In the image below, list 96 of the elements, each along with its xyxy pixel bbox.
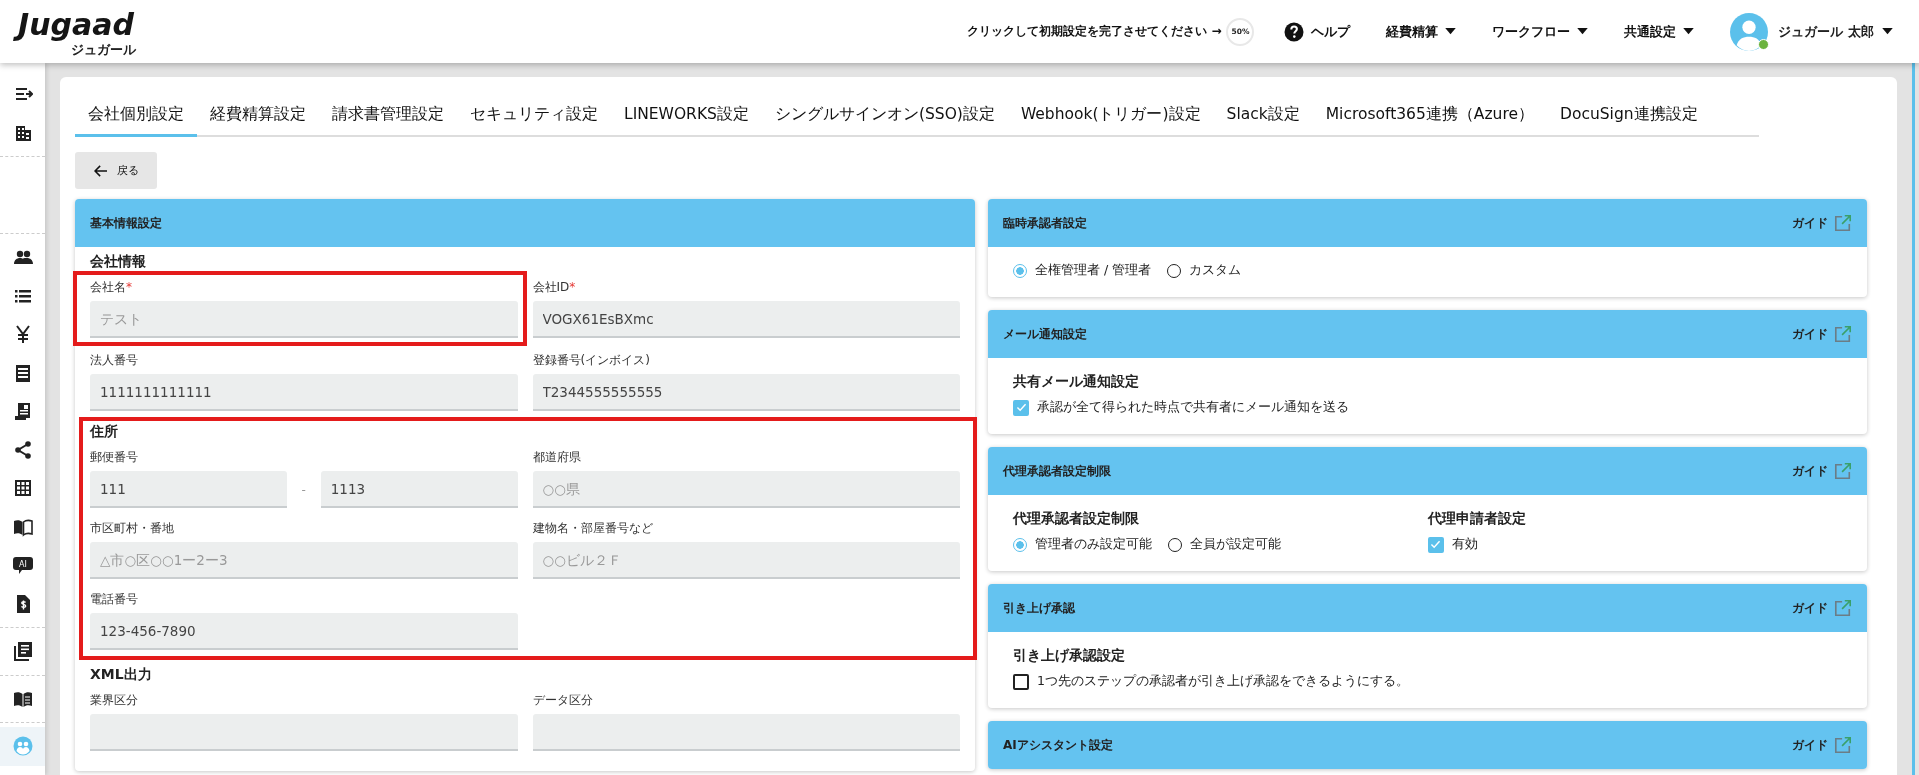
input-field[interactable]: 123-456-7890 xyxy=(90,613,518,650)
caret-icon xyxy=(1683,28,1695,35)
input-field[interactable] xyxy=(532,714,960,751)
panel-title: 基本情報設定 xyxy=(90,214,162,232)
field-label: 業界区分 xyxy=(90,692,139,709)
input-field[interactable] xyxy=(90,714,518,751)
input-field[interactable]: ○○県 xyxy=(532,471,960,508)
tab[interactable]: シングルサインオン(SSO)設定 xyxy=(761,95,1008,137)
radio-option[interactable]: 全員が設定可能 xyxy=(1168,536,1281,553)
checkmark-icon xyxy=(1430,540,1441,549)
checkbox[interactable] xyxy=(1013,673,1029,690)
checkbox[interactable] xyxy=(1427,536,1444,553)
radio-option[interactable]: 管理者のみ設定可能 xyxy=(1013,536,1152,553)
required-mark: * xyxy=(126,280,132,294)
input-field[interactable]: T2344555555555 xyxy=(532,374,960,411)
checkbox-option[interactable]: 1つ先のステップの承認者が引き上げ承認をできるようにする。 xyxy=(1013,673,1409,690)
arrow-left-icon xyxy=(93,164,108,177)
field-label: データ区分 xyxy=(532,692,594,709)
field-label: 会社名* xyxy=(90,279,133,296)
tab[interactable]: DocuSign連携設定 xyxy=(1546,95,1711,137)
required-mark: * xyxy=(569,280,576,294)
input-field[interactable]: 111 xyxy=(90,471,287,508)
caret-icon xyxy=(1445,28,1457,35)
back-button[interactable]: 戻る xyxy=(75,152,157,189)
section-title: 共有メール通知設定 xyxy=(1013,373,1140,391)
tab[interactable]: Slack設定 xyxy=(1213,95,1313,137)
tab[interactable]: セキュリティ設定 xyxy=(457,95,611,137)
section-title: 会社情報 xyxy=(90,253,147,271)
help-icon xyxy=(1284,21,1305,42)
help-menu[interactable]: ヘルプ xyxy=(1284,21,1351,42)
postal-separator: - xyxy=(300,482,307,497)
dropdown-menu[interactable]: 経費精算 xyxy=(1386,22,1457,41)
section-title: 代理申請者設定 xyxy=(1427,510,1527,528)
field-label: 登録番号(インボイス) xyxy=(532,352,651,369)
input-field[interactable]: ○○ビル２Ｆ xyxy=(532,542,960,579)
input-field[interactable]: テスト xyxy=(90,301,518,338)
field-label: 郵便番号 xyxy=(90,449,139,466)
invoice-icon xyxy=(12,401,33,422)
field-label: 市区町村・番地 xyxy=(90,520,175,537)
user-menu[interactable]: ジュガール 太郎 xyxy=(1730,12,1893,51)
guide-link[interactable]: ガイド xyxy=(1792,462,1852,480)
field-label: 建物名・部屋番号など xyxy=(532,520,654,537)
caret-icon xyxy=(1577,28,1589,35)
share-icon xyxy=(12,439,33,460)
guide-link[interactable]: ガイド xyxy=(1792,214,1852,232)
radio-option[interactable]: カスタム xyxy=(1167,262,1242,279)
panel-title: AIアシスタント設定 xyxy=(1003,736,1113,754)
section-title: 引き上げ承認設定 xyxy=(1013,647,1126,665)
caret-icon xyxy=(1882,28,1893,35)
radio-option[interactable]: 全権管理者 / 管理者 xyxy=(1013,262,1152,279)
input-field[interactable]: VOGX61EsBXmc xyxy=(532,301,960,338)
section-title: 住所 xyxy=(90,423,119,441)
tab[interactable]: Microsoft365連携（Azure） xyxy=(1312,95,1547,137)
input-field[interactable]: 1111111111111 xyxy=(90,374,518,411)
external-link-icon xyxy=(1834,214,1852,232)
avatar-icon xyxy=(1730,12,1769,51)
tab[interactable]: 請求書管理設定 xyxy=(319,95,457,137)
tab[interactable]: LINEWORKS設定 xyxy=(611,95,762,137)
external-link-icon xyxy=(1834,599,1852,617)
field-label: 都道府県 xyxy=(532,449,582,466)
checkbox-option[interactable]: 有効 xyxy=(1427,536,1478,553)
panel-title: メール通知設定 xyxy=(1003,325,1087,343)
checkmark-icon xyxy=(1015,403,1027,412)
ai-chat-icon: AI xyxy=(12,555,33,576)
guide-link[interactable]: ガイド xyxy=(1792,736,1852,754)
documents-icon xyxy=(12,641,33,662)
radio-button[interactable] xyxy=(1013,263,1027,278)
sidebar-item[interactable]: AI xyxy=(0,546,45,585)
guide-link[interactable]: ガイド xyxy=(1792,599,1852,617)
panel-title: 代理承認者設定制限 xyxy=(1003,462,1111,480)
external-link-icon xyxy=(1834,462,1852,480)
section-title: 代理承認者設定制限 xyxy=(1013,510,1140,528)
input-field[interactable]: △市○区○○1ー2ー3 xyxy=(90,542,518,579)
field-label: 法人番号 xyxy=(90,352,139,369)
panel-title: 引き上げ承認 xyxy=(1003,599,1075,617)
field-label: 電話番号 xyxy=(90,591,139,608)
logo[interactable]: Jugaad ジュガール xyxy=(14,5,142,58)
section-title: XML出力 xyxy=(90,666,153,684)
logo-subtitle: ジュガール xyxy=(70,41,137,58)
group-icon xyxy=(12,736,33,757)
tab[interactable]: 経費精算設定 xyxy=(197,95,319,137)
dropdown-menu[interactable]: 共通設定 xyxy=(1624,22,1695,41)
checkbox[interactable] xyxy=(1013,399,1029,416)
dropdown-menu[interactable]: ワークフロー xyxy=(1492,22,1589,41)
checkbox-option[interactable]: 承認が全て得られた時点で共有者にメール通知を送る xyxy=(1013,399,1349,416)
setup-prompt-link[interactable]: クリックして初期設定を完了させてください → xyxy=(967,23,1222,40)
field-label: 会社ID* xyxy=(532,279,577,296)
input-field[interactable]: 1113 xyxy=(320,471,518,508)
tab[interactable]: Webhook(トリガー)設定 xyxy=(1007,95,1214,137)
guide-link[interactable]: ガイド xyxy=(1792,325,1852,343)
tab[interactable]: 会社個別設定 xyxy=(75,95,197,137)
radio-button[interactable] xyxy=(1013,537,1027,552)
external-link-icon xyxy=(1834,325,1852,343)
panel-title: 臨時承認者設定 xyxy=(1003,214,1087,232)
grid-icon xyxy=(12,478,33,499)
external-link-icon xyxy=(1834,736,1852,754)
